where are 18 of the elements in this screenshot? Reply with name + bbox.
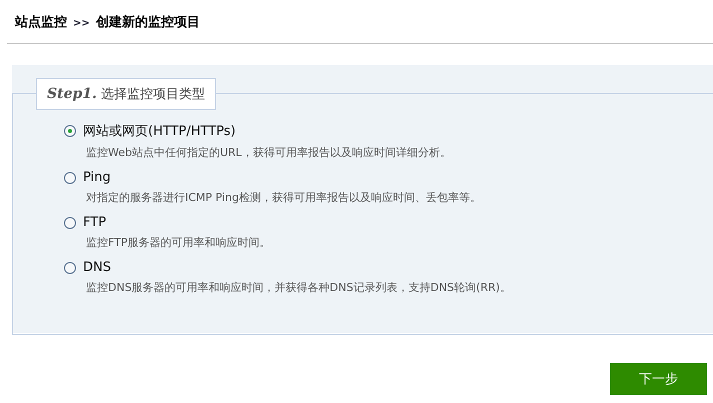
breadcrumb-parent: 站点监控: [15, 14, 67, 31]
option-description: 对指定的服务器进行ICMP Ping检测，获得可用率报告以及响应时间、丢包率等。: [85, 190, 482, 205]
step-label: Step1.: [47, 86, 97, 102]
option-description: 监控DNS服务器的可用率和响应时间，并获得各种DNS记录列表，支持DNS轮询(RR)。: [85, 280, 512, 295]
option-description: 监控FTP服务器的可用率和响应时间。: [85, 235, 272, 250]
option-label[interactable]: FTP: [83, 215, 106, 230]
option-label[interactable]: 网站或网页(HTTP/HTTPs): [83, 122, 236, 140]
option-label[interactable]: Ping: [83, 170, 111, 185]
next-button[interactable]: 下一步: [610, 363, 707, 395]
radio-button[interactable]: [64, 216, 76, 228]
radio-button[interactable]: [64, 125, 76, 137]
page-title: 创建新的监控项目: [96, 14, 200, 31]
section-title: 选择监控项目类型: [100, 86, 205, 103]
breadcrumb-separator: >>: [73, 18, 90, 29]
radio-button[interactable]: [64, 262, 76, 274]
option-description: 监控Web站点中任何指定的URL，获得可用率报告以及响应时间详细分析。: [85, 145, 452, 160]
option-label[interactable]: DNS: [83, 260, 111, 275]
radio-button[interactable]: [64, 172, 76, 184]
